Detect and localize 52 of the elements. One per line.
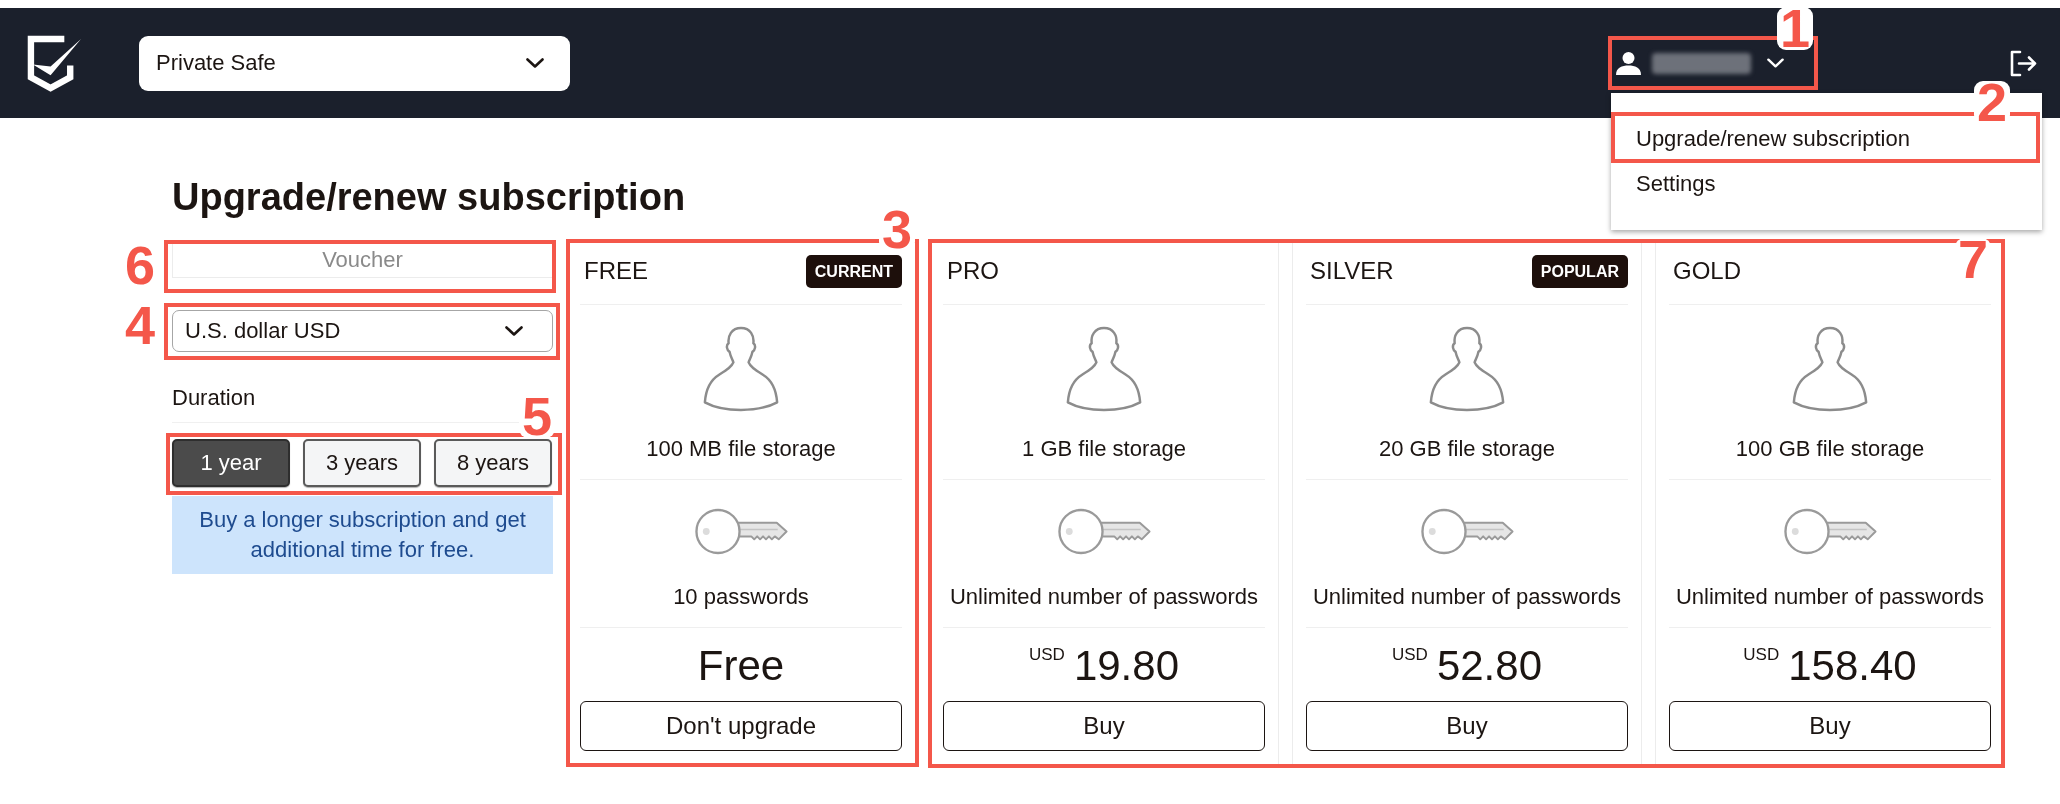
- duration-option[interactable]: 8 years: [434, 439, 552, 487]
- price-currency: USD: [1392, 645, 1428, 665]
- feature-text: 1 GB file storage: [1021, 437, 1187, 461]
- feature-text: 10 passwords: [672, 585, 810, 609]
- voucher-field[interactable]: Voucher: [172, 242, 553, 278]
- plan-name: FREE: [583, 257, 648, 285]
- feature-text: 20 GB file storage: [1377, 437, 1557, 461]
- feature-text: 100 GB file storage: [1734, 437, 1926, 461]
- plan-button[interactable]: Buy: [943, 701, 1265, 751]
- price-amount: 52.80: [1436, 641, 1542, 691]
- plan-name: PRO: [946, 257, 999, 285]
- annotation-number: 3: [878, 208, 915, 252]
- user-icon: [1616, 51, 1641, 75]
- plan-badge: CURRENT: [805, 254, 902, 288]
- person-outline-icon: [1065, 324, 1143, 414]
- price-currency: USD: [1743, 645, 1780, 665]
- menu-item[interactable]: Settings: [1611, 161, 1726, 206]
- shield-check-logo-icon: [27, 34, 82, 92]
- person-outline-icon: [1791, 324, 1869, 414]
- info-message: Buy a longer subscription and get additional time for free.: [172, 496, 553, 574]
- price-amount: 19.80: [1073, 641, 1179, 691]
- plan-name: SILVER: [1309, 257, 1394, 285]
- price-currency: USD: [1029, 645, 1065, 665]
- chevron-down-icon: [505, 326, 523, 336]
- price-amount: Free: [697, 641, 785, 691]
- chevron-down-icon: [526, 58, 544, 68]
- duration-option[interactable]: 1 year: [172, 439, 290, 487]
- key-icon: [1419, 508, 1515, 555]
- annotation-number: 1: [1776, 7, 1813, 51]
- logout-icon: [2009, 49, 2037, 77]
- person-outline-icon: [702, 324, 780, 414]
- page-title: Upgrade/renew subscription: [172, 175, 686, 219]
- annotation-number: 5: [518, 395, 555, 439]
- duration-option[interactable]: 3 years: [303, 439, 421, 487]
- plan-button[interactable]: Don't upgrade: [580, 701, 902, 751]
- person-outline-icon: [1428, 324, 1506, 414]
- feature-text: Unlimited number of passwords: [948, 585, 1260, 609]
- key-icon: [693, 508, 789, 555]
- feature-text: 100 MB file storage: [645, 437, 837, 461]
- feature-text: Unlimited number of passwords: [1311, 585, 1623, 609]
- safe-select[interactable]: Private Safe: [139, 35, 570, 91]
- plan-button[interactable]: Buy: [1669, 701, 1991, 751]
- plan-button[interactable]: Buy: [1306, 701, 1628, 751]
- currency-select[interactable]: U.S. dollar USD: [172, 310, 553, 352]
- feature-text: Unlimited number of passwords: [1674, 585, 1986, 609]
- plan-badge: POPULAR: [1531, 254, 1628, 288]
- plan-name: GOLD: [1672, 257, 1741, 285]
- price-amount: 158.40: [1788, 641, 1917, 691]
- key-icon: [1782, 508, 1878, 555]
- menu-item[interactable]: Upgrade/renew subscription: [1611, 116, 1920, 161]
- key-icon: [1056, 508, 1152, 555]
- chevron-down-icon: [1767, 58, 1784, 68]
